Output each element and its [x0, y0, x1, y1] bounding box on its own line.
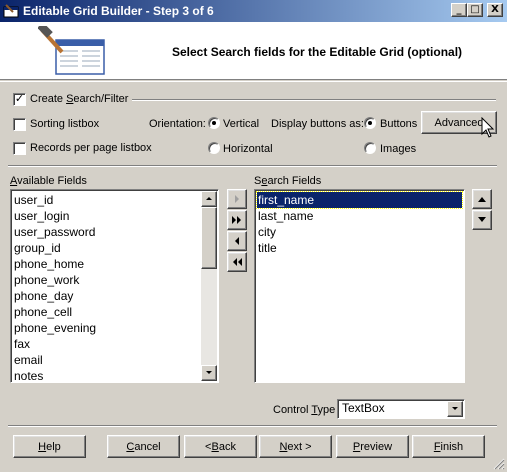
available-field-item[interactable]: phone_work [13, 272, 199, 288]
remove-one-button[interactable] [227, 231, 247, 251]
maximize-button[interactable]: □ [467, 3, 483, 17]
records-per-page-label: Records per page listbox [30, 142, 152, 154]
display-buttons-radio-label: Buttons [380, 118, 418, 130]
scroll-down-icon [206, 371, 212, 374]
orientation-label: Orientation: [149, 118, 206, 130]
title-bar[interactable]: Editable Grid Builder - Step 3 of 6 _ □ … [0, 0, 507, 22]
chevron-down-icon [452, 407, 458, 410]
available-fields-listbox[interactable]: user_id user_login user_password group_id ph… [10, 189, 219, 383]
control-type-select[interactable]: TextBox [337, 399, 465, 419]
orientation-horizontal-label: Horizontal [223, 143, 273, 155]
move-down-icon [478, 217, 486, 222]
add-one-button[interactable] [227, 189, 247, 209]
available-field-item[interactable]: email [13, 352, 199, 368]
sorting-listbox-label: Sorting listbox [30, 118, 100, 130]
add-all-icon [232, 216, 241, 224]
section-divider [132, 99, 496, 101]
available-field-item[interactable]: fax [13, 336, 199, 352]
display-buttons-label: Display buttons as: [271, 118, 364, 130]
display-buttons-radio[interactable] [364, 117, 376, 129]
sorting-listbox-checkbox[interactable] [13, 118, 26, 131]
search-fields-listbox[interactable]: first_name last_name city title [254, 189, 465, 383]
available-field-item[interactable]: phone_home [13, 256, 199, 272]
footer-divider [8, 425, 497, 427]
search-field-item[interactable]: city [257, 224, 462, 240]
available-field-item[interactable]: phone_day [13, 288, 199, 304]
scroll-up-button[interactable] [201, 191, 217, 207]
create-search-filter-checkbox[interactable]: ✓ [13, 93, 26, 106]
wizard-header: Select Search fields for the Editable Gr… [0, 22, 507, 80]
search-field-item[interactable]: last_name [257, 208, 462, 224]
resize-grip-icon[interactable] [493, 458, 505, 470]
window-title: Editable Grid Builder - Step 3 of 6 [23, 4, 214, 18]
available-fields-label: Available Fields [10, 175, 87, 187]
page-subtitle: Select Search fields for the Editable Gr… [172, 45, 463, 59]
available-field-item[interactable]: phone_evening [13, 320, 199, 336]
move-up-button[interactable] [472, 189, 492, 209]
scroll-thumb[interactable] [201, 207, 217, 269]
search-field-item[interactable]: first_name [256, 191, 463, 209]
preview-button[interactable]: Preview [336, 435, 409, 458]
minimize-button[interactable]: _ [451, 3, 467, 17]
cancel-button[interactable]: Cancel [107, 435, 180, 458]
control-type-value: TextBox [342, 401, 385, 415]
records-per-page-checkbox[interactable] [13, 142, 26, 155]
available-field-item[interactable]: phone_cell [13, 304, 199, 320]
move-down-button[interactable] [472, 210, 492, 230]
search-field-item[interactable]: title [257, 240, 462, 256]
remove-all-button[interactable] [227, 252, 247, 272]
available-field-item[interactable]: user_id [13, 192, 199, 208]
display-images-radio[interactable] [364, 142, 376, 154]
available-field-item[interactable]: user_password [13, 224, 199, 240]
add-all-button[interactable] [227, 210, 247, 230]
search-fields-label: Search Fields [254, 175, 322, 187]
available-field-item[interactable]: group_id [13, 240, 199, 256]
add-one-icon [235, 195, 239, 203]
next-button[interactable]: Next > [259, 435, 332, 458]
grid-builder-hammer-icon [38, 26, 105, 75]
close-button[interactable]: X [487, 3, 503, 17]
finish-button[interactable]: Finish [412, 435, 485, 458]
app-icon [3, 4, 19, 18]
orientation-vertical-label: Vertical [223, 118, 260, 130]
dropdown-button[interactable] [447, 401, 463, 417]
move-up-icon [478, 197, 486, 202]
section-divider [8, 165, 497, 167]
mouse-cursor-icon [481, 117, 495, 138]
display-images-label: Images [380, 143, 417, 155]
remove-all-icon [233, 258, 242, 266]
help-button[interactable]: Help [13, 435, 86, 458]
create-search-filter-label: Create Search/Filter [30, 93, 129, 105]
back-button[interactable]: < Back [184, 435, 257, 458]
scroll-down-button[interactable] [201, 365, 217, 381]
available-fields-scrollbar[interactable] [201, 191, 217, 381]
scroll-up-icon [206, 197, 212, 200]
control-type-label: Control Type [273, 404, 336, 416]
remove-one-icon [235, 237, 239, 245]
orientation-vertical-radio[interactable] [208, 117, 220, 129]
available-field-item[interactable]: notes [13, 368, 199, 382]
orientation-horizontal-radio[interactable] [208, 142, 220, 154]
available-field-item[interactable]: user_login [13, 208, 199, 224]
